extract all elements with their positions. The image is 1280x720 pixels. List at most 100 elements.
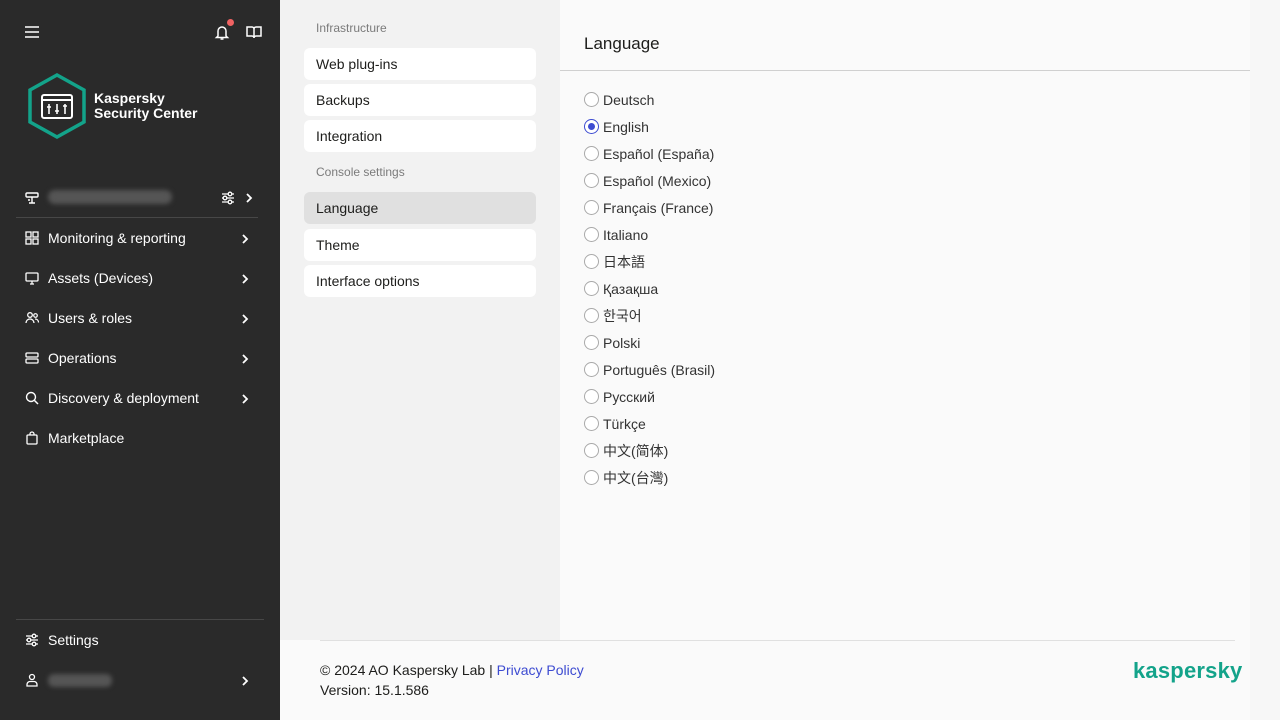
chevron-right-icon[interactable] [244, 191, 254, 208]
administration-server-row[interactable] [16, 182, 258, 218]
nav-item-users-roles[interactable]: Users & roles [16, 298, 258, 338]
server-name-redacted [48, 190, 172, 204]
users-icon [24, 310, 40, 326]
nav-item-discovery-deployment[interactable]: Discovery & deployment [16, 378, 258, 418]
language-radio-group: Deutsch English Español (España) Español (M… [584, 86, 715, 491]
privacy-policy-link[interactable]: Privacy Policy [497, 662, 584, 678]
stack-icon [24, 350, 40, 366]
chevron-right-icon [240, 312, 250, 329]
menu-item-integration[interactable]: Integration [304, 120, 536, 152]
brand-line-2: Security Center [94, 105, 198, 121]
nav-item-marketplace[interactable]: Marketplace [16, 418, 258, 458]
nav-item-assets-devices[interactable]: Assets (Devices) [16, 258, 258, 298]
username-redacted [48, 673, 112, 687]
scrollbar-track[interactable] [1250, 0, 1280, 720]
sidebar-top-bar [22, 18, 262, 46]
product-logo: Kaspersky Security Center [26, 72, 276, 140]
section-heading-console-settings: Console settings [316, 165, 405, 179]
radio-button[interactable] [584, 335, 599, 350]
radio-button[interactable] [584, 281, 599, 296]
radio-button[interactable] [584, 254, 599, 269]
radio-button[interactable] [584, 227, 599, 242]
language-option[interactable]: Français (France) [584, 194, 715, 221]
help-book-icon[interactable] [244, 22, 264, 42]
section-heading-infrastructure: Infrastructure [316, 21, 387, 35]
language-option[interactable]: Español (España) [584, 140, 715, 167]
language-label: Español (España) [603, 145, 715, 162]
language-label: Italiano [603, 226, 649, 243]
menu-item-backups[interactable]: Backups [304, 84, 536, 116]
language-option[interactable]: Deutsch [584, 86, 715, 113]
nav-label: Marketplace [48, 430, 125, 446]
menu-item-theme[interactable]: Theme [304, 229, 536, 261]
menu-item-language[interactable]: Language [304, 192, 536, 224]
server-icon [24, 190, 40, 209]
radio-button[interactable] [584, 470, 599, 485]
radio-button[interactable] [584, 362, 599, 377]
language-label: 中文(台灣) [603, 469, 669, 486]
language-option[interactable]: Қазақша [584, 275, 715, 302]
nav-label: Settings [48, 632, 99, 648]
settings-submenu: Infrastructure Web plug-ins Backups Inte… [280, 0, 560, 640]
nav-label: Users & roles [48, 310, 133, 326]
language-label: Português (Brasil) [603, 361, 716, 378]
chevron-right-icon [240, 352, 250, 369]
nav-item-monitoring-reporting[interactable]: Monitoring & reporting [16, 218, 258, 258]
copyright-line: © 2024 AO Kaspersky Lab | Privacy Policy [320, 662, 584, 678]
language-option[interactable]: Polski [584, 329, 715, 356]
language-option[interactable]: 한국어 [584, 302, 715, 329]
user-icon [24, 672, 40, 688]
language-option[interactable]: 日本語 [584, 248, 715, 275]
radio-button[interactable] [584, 173, 599, 188]
language-option[interactable]: Русский [584, 383, 715, 410]
server-properties-icon[interactable] [220, 190, 236, 209]
sidebar: Kaspersky Security Center Monitoring & r… [0, 0, 280, 720]
radio-button[interactable] [584, 146, 599, 161]
language-option[interactable]: 中文(台灣) [584, 464, 715, 491]
radio-button[interactable] [584, 416, 599, 431]
language-label: Polski [603, 334, 641, 351]
hamburger-menu-icon[interactable] [22, 22, 42, 42]
sliders-icon [24, 632, 40, 648]
nav-label: Operations [48, 350, 117, 366]
search-icon [24, 390, 40, 406]
product-name: Kaspersky Security Center [94, 91, 197, 121]
radio-button[interactable] [584, 308, 599, 323]
bag-icon [24, 430, 40, 446]
nav-label: Monitoring & reporting [48, 230, 186, 246]
language-option[interactable]: Español (Mexico) [584, 167, 715, 194]
version-text: Version: 15.1.586 [320, 682, 429, 698]
language-option[interactable]: Italiano [584, 221, 715, 248]
nav-item-settings[interactable]: Settings [16, 620, 264, 660]
language-option[interactable]: Português (Brasil) [584, 356, 715, 383]
language-label: 한국어 [603, 307, 642, 324]
chevron-right-icon [240, 392, 250, 409]
radio-button[interactable] [584, 443, 599, 458]
language-label: Türkçe [603, 415, 646, 432]
kaspersky-hexagon-icon [28, 72, 86, 140]
language-option[interactable]: English [584, 113, 715, 140]
radio-button[interactable] [584, 92, 599, 107]
nav-item-user-account[interactable] [16, 660, 264, 700]
notification-dot [227, 19, 234, 26]
brand-line-1: Kaspersky [94, 90, 165, 106]
footer: © 2024 AO Kaspersky Lab | Privacy Policy… [280, 640, 1250, 720]
dashboard-icon [24, 230, 40, 246]
language-label: Deutsch [603, 91, 655, 108]
language-label: English [603, 118, 649, 135]
page-title: Language [584, 34, 660, 53]
radio-button[interactable] [584, 389, 599, 404]
main-navigation: Monitoring & reporting Assets (Devices) … [16, 218, 258, 458]
notification-bell-icon[interactable] [212, 19, 234, 42]
language-option[interactable]: 中文(简体) [584, 437, 715, 464]
radio-button[interactable] [584, 200, 599, 215]
radio-selected[interactable] [584, 119, 599, 134]
copyright-text: © 2024 AO Kaspersky Lab | [320, 662, 493, 678]
menu-item-interface-options[interactable]: Interface options [304, 265, 536, 297]
menu-item-web-plugins[interactable]: Web plug-ins [304, 48, 536, 80]
language-label: Русский [603, 388, 655, 405]
language-label: 中文(简体) [603, 442, 669, 459]
language-option[interactable]: Türkçe [584, 410, 715, 437]
language-label: 日本語 [603, 253, 645, 270]
nav-item-operations[interactable]: Operations [16, 338, 258, 378]
